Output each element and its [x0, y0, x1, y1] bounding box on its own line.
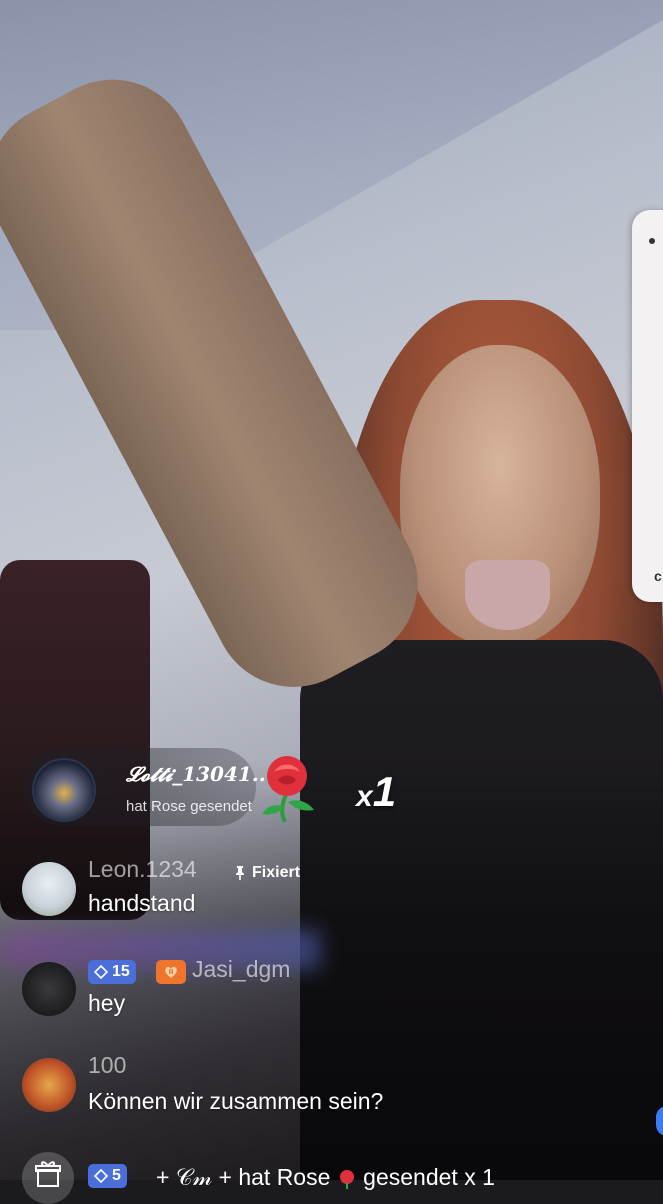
- gift-sender-avatar[interactable]: [32, 758, 96, 822]
- dot-icon: [649, 238, 655, 244]
- pinned-label: Fixiert: [252, 864, 301, 881]
- side-panel-card[interactable]: c: [632, 210, 663, 602]
- user-avatar[interactable]: [22, 962, 76, 1016]
- comment-item[interactable]: 100 Können wir zusammen sein?: [22, 1052, 462, 1118]
- rose-small-icon: [339, 1169, 354, 1189]
- gift-box-button[interactable]: [22, 1152, 74, 1204]
- rose-icon: [262, 756, 314, 823]
- comment-text: Können wir zusammen sein?: [88, 1088, 384, 1114]
- gift-notice-text: + 𝒞𝓂 + hat Rose gesendet x 1: [156, 1164, 495, 1190]
- gift-banner[interactable]: 𝓛𝓸𝓽𝓽𝓲_13041... hat Rose gesendet: [24, 748, 273, 826]
- level-badge: 5: [88, 1164, 127, 1188]
- user-avatar[interactable]: [22, 862, 76, 916]
- heart-badge-icon: [165, 966, 177, 978]
- comment-username[interactable]: Jasi_dgm: [192, 956, 290, 983]
- comment-item[interactable]: 15 Jasi_dgm hey: [22, 956, 362, 1022]
- fan-club-badge: [156, 960, 186, 984]
- comment-username[interactable]: Leon.1234: [88, 856, 197, 883]
- comment-text: hey: [88, 990, 126, 1016]
- comment-username[interactable]: 100: [88, 1052, 126, 1079]
- gift-count: x1: [356, 768, 397, 815]
- user-avatar[interactable]: [22, 1058, 76, 1112]
- level-badge: 15: [88, 960, 136, 984]
- diamond-icon: [94, 965, 108, 979]
- side-card-label: c: [654, 568, 662, 584]
- diamond-icon: [94, 1169, 108, 1183]
- comment-text: handstand: [88, 890, 196, 916]
- gift-box-icon: [35, 1161, 61, 1187]
- gift-sender-name: 𝓛𝓸𝓽𝓽𝓲_13041...: [126, 762, 273, 786]
- pinned-indicator: Fixiert: [232, 864, 300, 882]
- comment-item[interactable]: Leon.1234 Fixiert handstand: [22, 856, 362, 922]
- gift-action-text: hat Rose gesendet: [126, 798, 252, 815]
- pin-icon: [236, 866, 244, 880]
